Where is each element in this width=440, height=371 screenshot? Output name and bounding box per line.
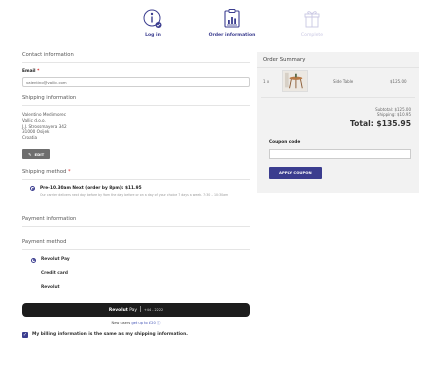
payment-option-credit-card[interactable]: Credit card xyxy=(31,267,250,281)
revolut-pay-button[interactable]: Revolut Pay +44 - 2222 xyxy=(22,302,250,317)
step-login[interactable]: Log in xyxy=(113,8,193,38)
shipping-option[interactable]: Pre-10.30am Next (order by 8pm): $11.95 … xyxy=(30,186,250,197)
shipping-option-description: Our carrier delivers next day before by … xyxy=(40,192,229,197)
payment-option-revolut[interactable]: Revolut xyxy=(31,281,250,295)
new-users-promo: New users get up to £20 ⓘ xyxy=(22,321,250,326)
side-table-thumbnail xyxy=(282,70,308,92)
checkout-steps: Log in Order information Complete xyxy=(0,8,440,40)
email-field[interactable]: valentino@vallic.com xyxy=(22,77,250,87)
summary-item: 1 x Side Table $125.00 xyxy=(257,67,419,95)
payment-method-title: Payment method xyxy=(22,239,250,250)
order-total: Total: $135.95 xyxy=(349,118,411,128)
required-marker: * xyxy=(37,69,40,74)
user-check-icon xyxy=(143,9,162,28)
order-summary-title: Order Summary xyxy=(257,52,419,68)
shipping-cost: Shipping: $10.95 xyxy=(376,112,411,118)
payment-option-label: Revolut xyxy=(41,285,60,291)
coupon-input[interactable] xyxy=(269,149,411,159)
step-login-label: Log in xyxy=(145,33,161,38)
revolut-brand: Revolut xyxy=(108,307,128,313)
address-line: Croatia xyxy=(22,135,38,141)
payment-info-title: Payment information xyxy=(22,216,250,227)
shipping-info-title: Shipping information xyxy=(22,95,250,106)
email-label: Email * xyxy=(22,69,250,74)
new-users-link[interactable]: get up to £20 ⓘ xyxy=(131,321,160,325)
contact-section-title: Contact information xyxy=(22,52,250,63)
billing-same-checkbox-row[interactable]: ✓ My billing information is the same as … xyxy=(22,331,250,338)
coupon-label: Coupon code xyxy=(269,140,301,145)
gift-icon xyxy=(304,11,320,28)
required-marker: * xyxy=(67,168,71,175)
step-order-information[interactable]: Order information xyxy=(192,8,272,38)
order-totals: Subtotal: $125.00 Shipping: $10.95 Total… xyxy=(350,107,411,128)
item-quantity: 1 x xyxy=(263,79,270,84)
checkout-form: Contact information Email * valentino@va… xyxy=(22,52,250,338)
shipping-method-title: Shipping method * xyxy=(22,169,250,180)
edit-shipping-button[interactable]: ✎ EDIT xyxy=(22,149,51,160)
divider xyxy=(261,97,415,98)
revolut-phone: +44 - 2222 xyxy=(143,307,164,312)
step-complete[interactable]: Complete xyxy=(272,8,352,38)
new-users-text: New users xyxy=(111,320,132,325)
billing-same-label: My billing information is the same as my… xyxy=(32,332,188,338)
revolut-pay-text: Pay xyxy=(127,307,137,313)
item-name: Side Table xyxy=(333,79,354,84)
checkbox-checked-icon[interactable]: ✓ xyxy=(22,331,28,338)
pencil-icon: ✎ xyxy=(28,151,32,157)
payment-option-revolut-pay[interactable]: Revolut Pay xyxy=(31,253,250,267)
shipping-option-title: Pre-10.30am Next (order by 8pm): $11.95 xyxy=(40,185,142,191)
step-order-label: Order information xyxy=(208,33,256,38)
coupon-section: Coupon code APPLY COUPON xyxy=(269,140,411,179)
clipboard-chart-icon xyxy=(224,9,240,28)
apply-coupon-button[interactable]: APPLY COUPON xyxy=(269,166,322,179)
shipping-method-title-text: Shipping method xyxy=(22,168,67,175)
shipping-option-radio[interactable] xyxy=(30,186,35,192)
order-summary: Order Summary 1 x Side Table $125.00 Sub… xyxy=(257,52,419,193)
payment-option-label: Revolut Pay xyxy=(41,257,70,263)
edit-label: EDIT xyxy=(34,151,45,157)
divider xyxy=(139,306,141,313)
payment-option-label: Credit card xyxy=(41,271,68,277)
email-label-text: Email xyxy=(22,69,36,74)
shipping-address: Valentino Medimorec Vallic d.o.o. J.J. S… xyxy=(22,112,250,141)
step-complete-label: Complete xyxy=(300,33,324,38)
item-price: $125.00 xyxy=(390,79,407,84)
payment-radio-selected[interactable] xyxy=(31,257,36,263)
